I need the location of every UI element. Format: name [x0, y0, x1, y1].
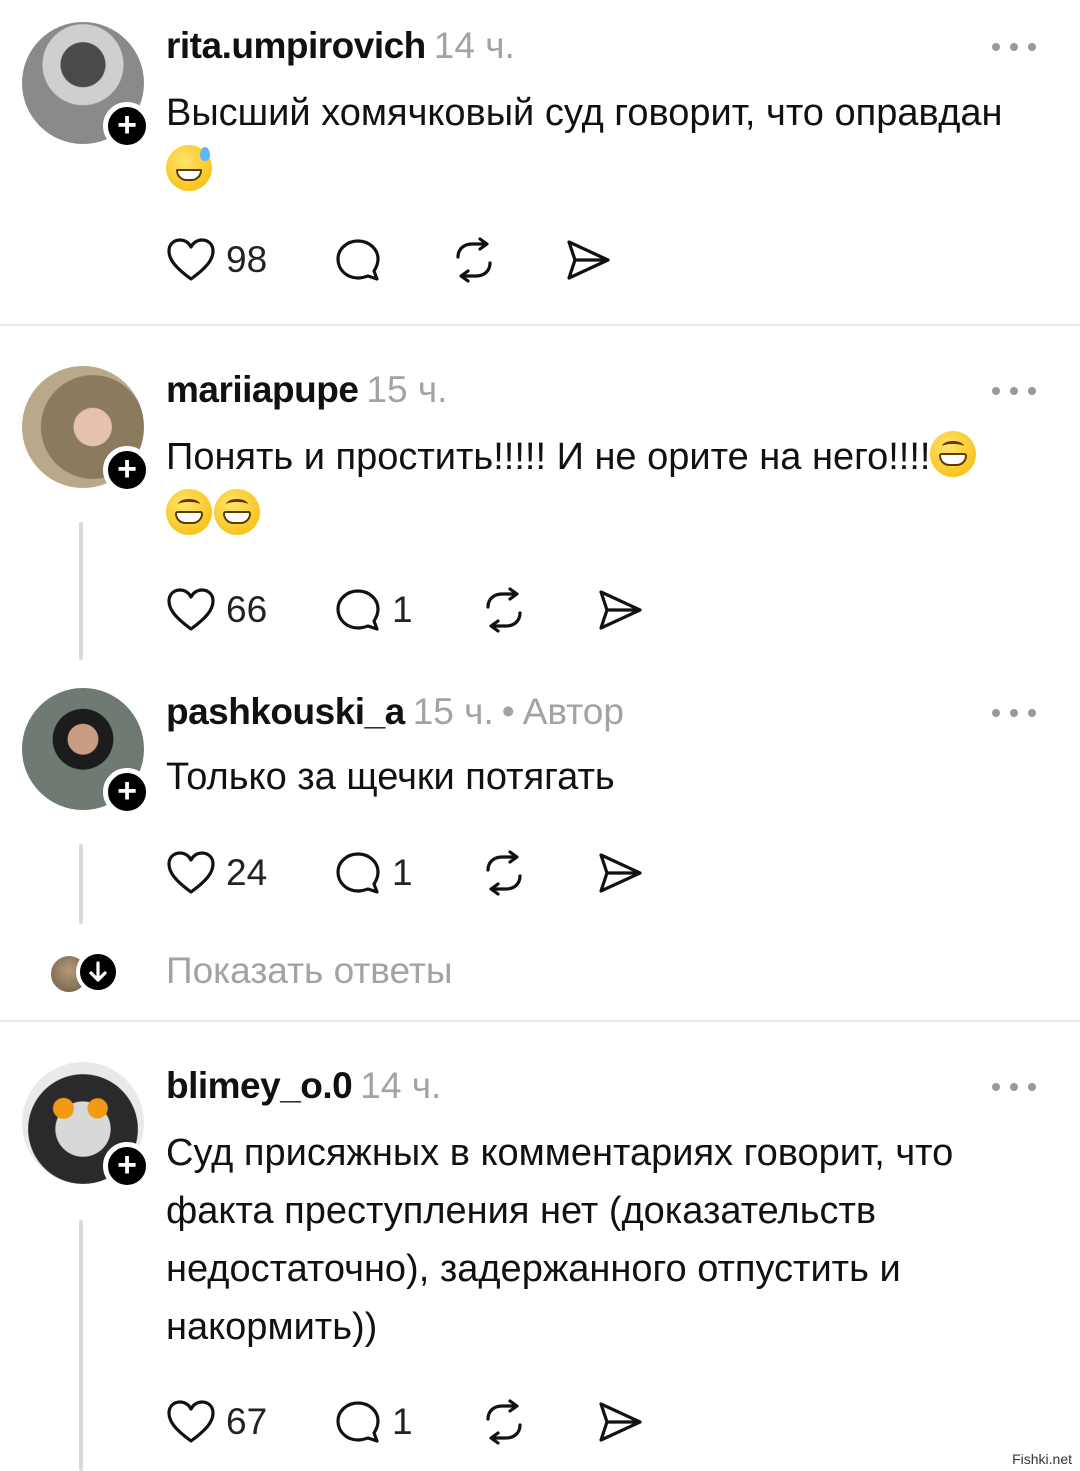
timestamp: 14 ч. [360, 1065, 442, 1106]
thread-line [79, 844, 83, 924]
reply-button[interactable]: 1 [334, 580, 413, 640]
timestamp: 14 ч. [433, 25, 515, 66]
arrow-down-icon[interactable] [76, 950, 120, 994]
repost-icon [486, 1399, 522, 1445]
like-count: 67 [226, 1401, 268, 1442]
reply-button[interactable] [334, 230, 382, 290]
reply-count: 1 [392, 589, 413, 630]
username[interactable]: pashkouski_a [166, 691, 405, 732]
author-tag: Автор [522, 691, 624, 732]
follow-plus-icon[interactable]: + [103, 446, 151, 494]
grin-emoji [214, 489, 260, 535]
share-icon [599, 590, 642, 630]
comment-icon [336, 1401, 380, 1443]
heart-icon [167, 1400, 215, 1443]
like-button[interactable]: 98 [166, 230, 267, 290]
reply-count: 1 [392, 852, 413, 893]
repost-icon [486, 850, 522, 896]
username[interactable]: blimey_o.0 [166, 1065, 353, 1106]
repost-button[interactable] [480, 1392, 528, 1452]
follow-plus-icon[interactable]: + [103, 1142, 151, 1190]
watermark: Fishki.net [1010, 1451, 1074, 1467]
like-count: 24 [226, 852, 268, 893]
timestamp: 15 ч. [366, 369, 448, 410]
comment-text: Суд присяжных в комментариях говорит, чт… [166, 1132, 954, 1348]
like-button[interactable]: 67 [166, 1392, 267, 1452]
comment-text-main: Высший хомячковый суд говорит, что оправ… [166, 92, 1003, 134]
comment-header: pashkouski_a 15 ч. • Автор [166, 690, 624, 734]
share-icon [567, 240, 610, 280]
username[interactable]: rita.umpirovich [166, 25, 426, 66]
comment-icon [336, 589, 380, 631]
separator-dot: • [501, 691, 515, 732]
comment-header: mariiapupe 15 ч. [166, 368, 447, 412]
more-icon[interactable] [992, 40, 1036, 54]
like-count: 66 [226, 589, 268, 630]
comment-icon [336, 239, 380, 281]
grin-emoji [166, 489, 212, 535]
thread-line [79, 522, 83, 660]
follow-plus-icon[interactable]: + [103, 102, 151, 150]
grin-emoji [930, 431, 977, 477]
share-button[interactable] [596, 843, 644, 903]
comment-text: Только за щечки потягать [166, 756, 615, 798]
divider [0, 324, 1080, 326]
repost-button[interactable] [480, 580, 528, 640]
comment-header: rita.umpirovich 14 ч. [166, 24, 515, 68]
comment-icon [336, 852, 380, 894]
share-button[interactable] [564, 230, 612, 290]
reply-button[interactable]: 1 [334, 1392, 413, 1452]
share-button[interactable] [596, 580, 644, 640]
reply-button[interactable]: 1 [334, 843, 413, 903]
more-icon[interactable] [992, 1080, 1036, 1094]
timestamp: 15 ч. [412, 691, 494, 732]
like-count: 98 [226, 239, 268, 280]
username[interactable]: mariiapupe [166, 369, 359, 410]
sweat-smile-emoji [166, 145, 212, 191]
share-button[interactable] [596, 1392, 644, 1452]
reply-count: 1 [392, 1401, 413, 1442]
comment-text: Высший хомячковый суд говорит, что оправ… [166, 84, 1056, 200]
heart-icon [167, 851, 215, 894]
more-icon[interactable] [992, 384, 1036, 398]
heart-icon [167, 588, 215, 631]
thread-line [79, 1220, 83, 1471]
comment-text-main: Понять и простить!!!!! И не орите на нег… [166, 436, 931, 478]
divider [0, 1020, 1080, 1022]
follow-plus-icon[interactable]: + [103, 768, 151, 816]
comment-header: blimey_o.0 14 ч. [166, 1064, 441, 1108]
like-button[interactable]: 24 [166, 843, 267, 903]
like-button[interactable]: 66 [166, 580, 267, 640]
share-icon [599, 1402, 642, 1442]
comment-text: Понять и простить!!!!! И не орите на нег… [166, 428, 1056, 544]
more-icon[interactable] [992, 706, 1036, 720]
heart-icon [167, 238, 215, 281]
share-icon [599, 853, 642, 893]
repost-button[interactable] [450, 230, 498, 290]
show-replies-link[interactable]: Показать ответы [166, 950, 452, 992]
repost-button[interactable] [480, 843, 528, 903]
repost-icon [486, 587, 522, 633]
repost-icon [456, 237, 492, 283]
